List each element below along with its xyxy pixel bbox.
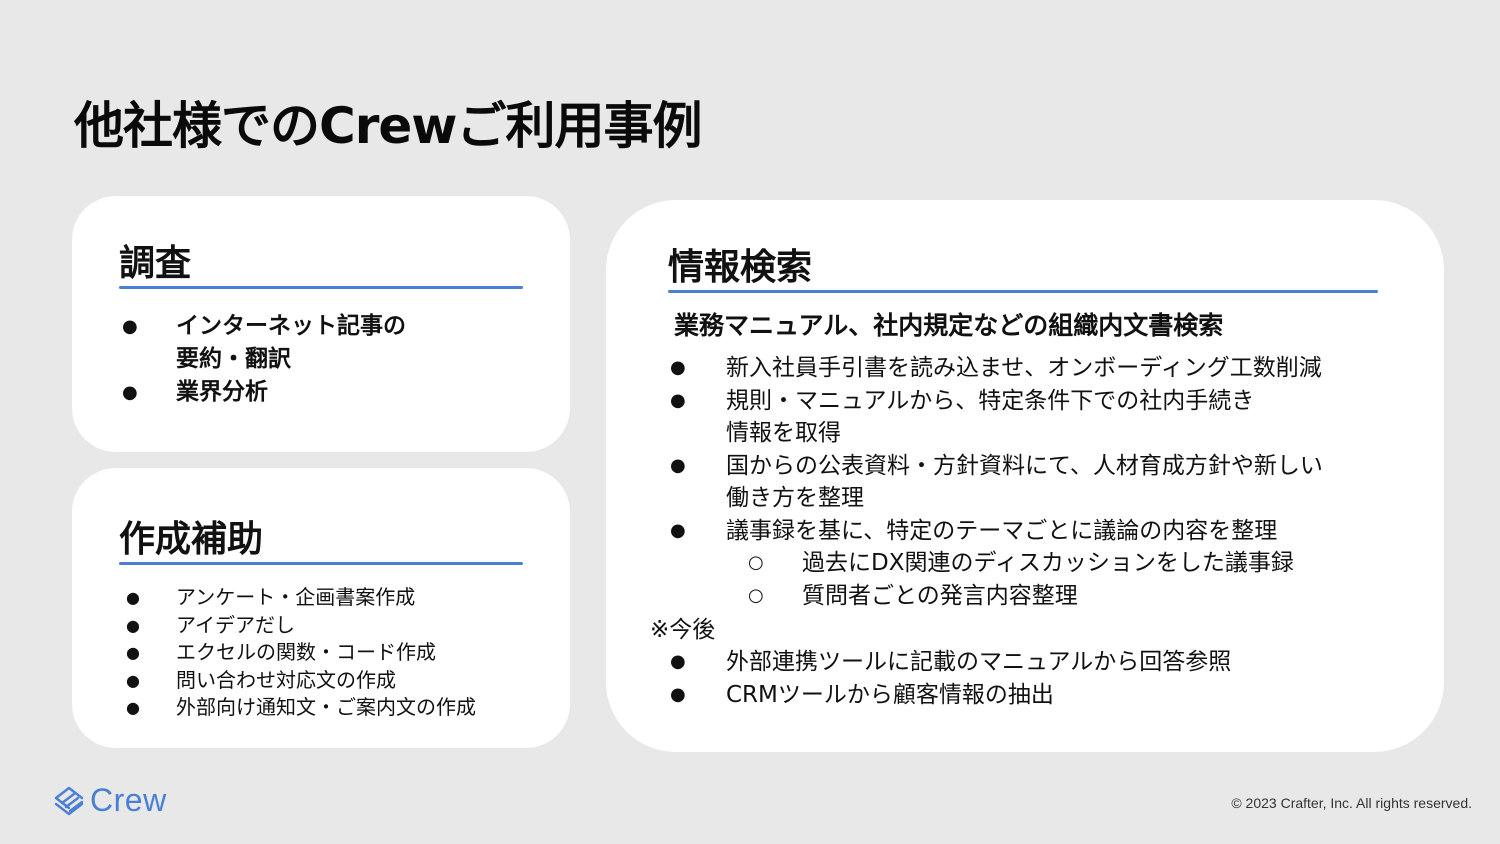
crew-logo-icon <box>54 786 84 815</box>
hollow-bullet-icon: ○ <box>748 584 764 606</box>
research-list: ● インターネット記事の 要約・翻訳 ● 業界分析 <box>122 310 522 409</box>
list-item-text: 新入社員手引書を読み込ませ、オンボーディング工数削減 <box>726 355 1322 381</box>
list-item: ● 問い合わせ対応文の作成 <box>126 667 546 695</box>
bullet-icon: ● <box>126 698 140 717</box>
bullet-icon: ● <box>126 588 140 607</box>
bullet-icon: ● <box>670 519 686 541</box>
sub-list-item: ○ 質問者ごとの発言内容整理 <box>670 580 1410 613</box>
list-item: ● 規則・マニュアルから、特定条件下での社内手続き <box>670 385 1410 418</box>
list-item-text: 規則・マニュアルから、特定条件下での社内手続き <box>726 387 1255 414</box>
writing-divider <box>119 562 523 565</box>
list-item: 要約・翻訳 <box>122 343 522 376</box>
search-divider <box>668 290 1378 293</box>
research-card: 調査 ● インターネット記事の 要約・翻訳 ● 業界分析 <box>72 196 570 452</box>
list-item-text: 要約・翻訳 <box>176 346 291 372</box>
bullet-icon: ● <box>126 615 140 635</box>
list-item: ● CRMツールから顧客情報の抽出 <box>670 679 1410 712</box>
list-item-text: エクセルの関数・コード作成 <box>176 640 436 664</box>
list-item: ● 業界分析 <box>122 376 522 409</box>
copyright-text: © 2023 Crafter, Inc. All rights reserved… <box>1231 795 1472 811</box>
list-item: ● 議事録を基に、特定のテーマごとに議論の内容を整理 <box>670 515 1410 548</box>
list-item-text: CRMツールから顧客情報の抽出 <box>726 681 1054 708</box>
bullet-icon: ● <box>126 670 140 690</box>
future-note: ※今後 <box>650 617 716 643</box>
list-item-text: 国からの公表資料・方針資料にて、人材育成方針や新しい <box>726 452 1323 479</box>
list-item: ● アイデアだし <box>126 612 546 640</box>
list-item-text: 外部向け通知文・ご案内文の作成 <box>176 695 476 719</box>
crew-logo: Crew <box>52 782 167 819</box>
list-item: ● アンケート・企画書案作成 <box>126 584 546 612</box>
list-item-text: 問い合わせ対応文の作成 <box>176 667 396 692</box>
bullet-icon: ● <box>122 382 138 403</box>
writing-heading: 作成補助 <box>119 519 264 560</box>
bullet-icon: ● <box>122 316 138 337</box>
search-card: 情報検索 業務マニュアル、社内規定などの組織内文書検索 ● 新入社員手引書を読み込… <box>606 200 1444 752</box>
list-item-text: 外部連携ツールに記載のマニュアルから回答参照 <box>726 649 1232 675</box>
list-item: ● 外部向け通知文・ご案内文の作成 <box>126 694 546 722</box>
list-item: ● 国からの公表資料・方針資料にて、人材育成方針や新しい <box>670 450 1410 483</box>
list-item: ● エクセルの関数・コード作成 <box>126 639 546 667</box>
bullet-icon: ● <box>126 643 140 662</box>
research-divider <box>119 286 523 289</box>
list-item: 情報を取得 <box>670 417 1410 450</box>
search-sublist: ○ 過去にDX関連のディスカッションをした議事録 ○ 質問者ごとの発言内容整理 <box>670 547 1410 612</box>
list-item: ● 新入社員手引書を読み込ませ、オンボーディング工数削減 <box>670 352 1410 385</box>
list-item-text: 過去にDX関連のディスカッションをした議事録 <box>802 550 1294 576</box>
list-item-text: 質問者ごとの発言内容整理 <box>802 582 1078 609</box>
slide-title: 他社様でのCrewご利用事例 <box>74 97 702 155</box>
search-list: ● 新入社員手引書を読み込ませ、オンボーディング工数削減 ● 規則・マニュアルから、… <box>670 352 1410 547</box>
bullet-icon: ● <box>670 357 686 378</box>
research-heading: 調査 <box>119 243 192 284</box>
sub-list-item: ○ 過去にDX関連のディスカッションをした議事録 <box>670 547 1410 580</box>
list-item-text: 議事録を基に、特定のテーマごとに議論の内容を整理 <box>726 517 1278 544</box>
list-item-text: 業界分析 <box>176 379 268 405</box>
bullet-icon: ● <box>670 651 686 672</box>
list-item-text: アンケート・企画書案作成 <box>176 585 416 609</box>
bullet-icon: ● <box>670 454 686 476</box>
list-item: ● 外部連携ツールに記載のマニュアルから回答参照 <box>670 646 1410 679</box>
search-heading: 情報検索 <box>668 247 813 288</box>
writing-card: 作成補助 ● アンケート・企画書案作成 ● アイデアだし ● エクセルの関数・コード作… <box>72 468 570 748</box>
list-item-text: 情報を取得 <box>726 420 841 446</box>
list-item: 働き方を整理 <box>670 482 1410 515</box>
bullet-icon: ● <box>670 683 686 705</box>
hollow-bullet-icon: ○ <box>748 552 764 573</box>
list-item: ● インターネット記事の <box>122 310 522 343</box>
search-subheading: 業務マニュアル、社内規定などの組織内文書検索 <box>674 311 1224 340</box>
future-list: ● 外部連携ツールに記載のマニュアルから回答参照 ● CRMツールから顧客情報の抽出 <box>670 646 1410 711</box>
list-item-text: 働き方を整理 <box>726 485 864 511</box>
list-item-text: インターネット記事の <box>176 313 406 339</box>
list-item-text: アイデアだし <box>176 612 295 637</box>
crew-logo-text: Crew <box>90 782 167 818</box>
bullet-icon: ● <box>670 389 686 411</box>
writing-list: ● アンケート・企画書案作成 ● アイデアだし ● エクセルの関数・コード作成 ● 問い… <box>126 584 546 722</box>
